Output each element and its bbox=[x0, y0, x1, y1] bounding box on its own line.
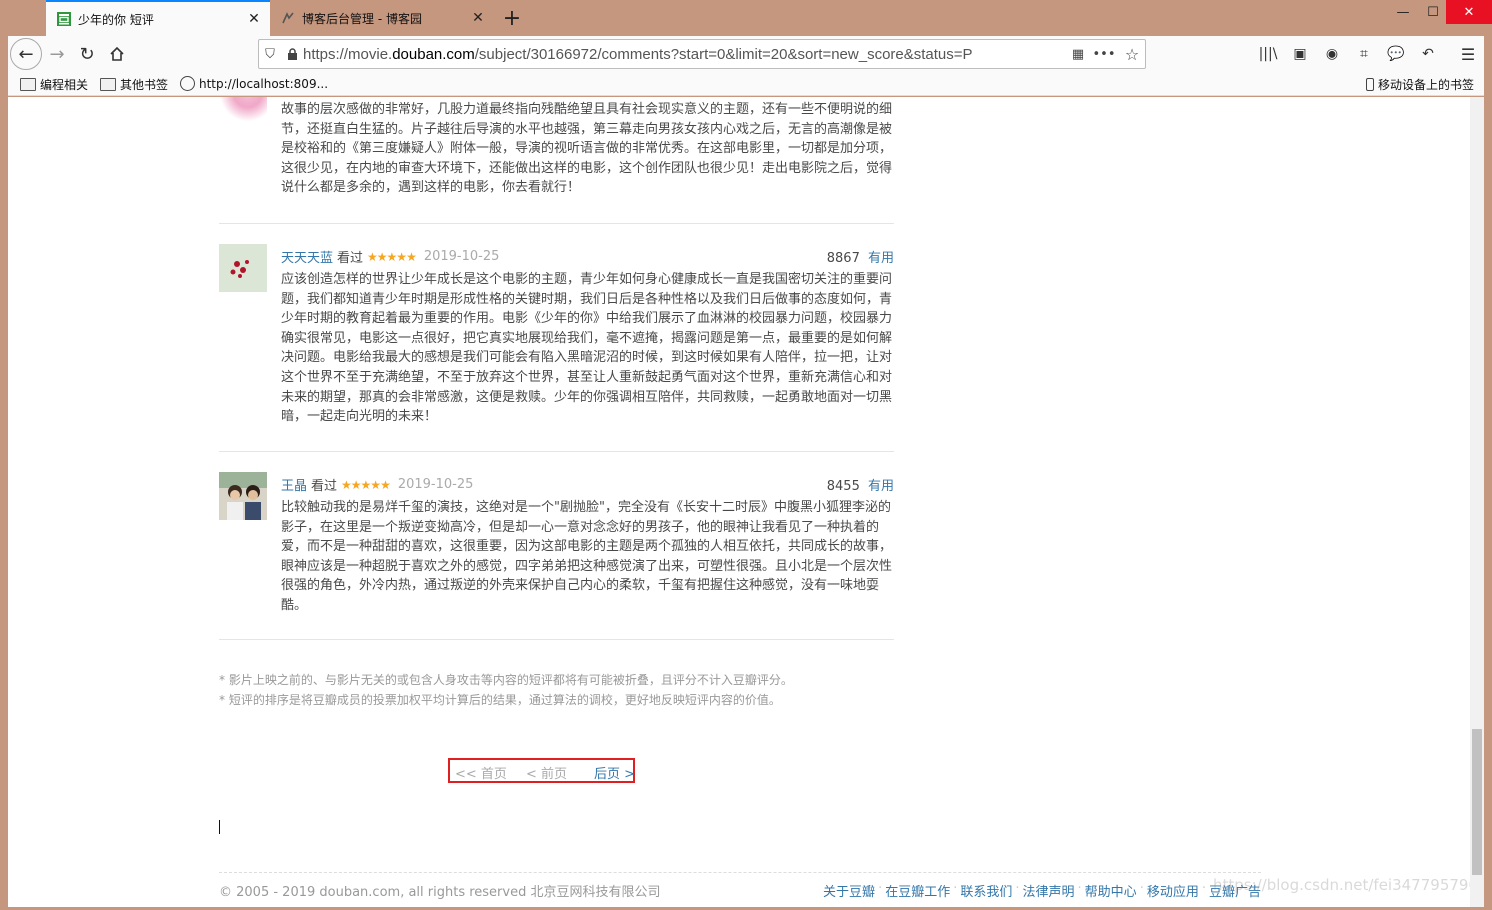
divider bbox=[219, 639, 894, 640]
url-text[interactable]: https://movie.douban.com/subject/3016697… bbox=[303, 46, 1067, 63]
bookmark-localhost[interactable]: http://localhost:809... bbox=[180, 76, 328, 91]
useful-button[interactable]: 有用 bbox=[868, 251, 894, 266]
divider bbox=[219, 223, 894, 224]
home-icon[interactable] bbox=[102, 39, 132, 69]
address-bar[interactable]: ⛉ https://movie.douban.com/subject/30166… bbox=[258, 39, 1146, 69]
useful-button[interactable]: 有用 bbox=[868, 479, 894, 494]
comment-policy-notes: * 影片上映之前的、与影片无关的或包含人身攻击等内容的短评都将有可能被折叠，且评… bbox=[219, 671, 793, 710]
sidebar-icon[interactable]: ▣ bbox=[1288, 42, 1312, 66]
bookmarks-toolbar: 编程相关 其他书签 http://localhost:809... 移动设备上的… bbox=[8, 72, 1484, 96]
comment-text: 比较触动我的是易烊千玺的演技，这绝对是一个"剧抛脸"，完全没有《长安十二时辰》中… bbox=[281, 500, 893, 613]
watermark: https://blog.csdn.net/fei347795790 bbox=[1212, 876, 1478, 894]
rating-stars: ★★★★★ bbox=[367, 249, 417, 264]
comment-date: 2019-10-25 bbox=[423, 249, 500, 264]
scrollbar-thumb[interactable] bbox=[1472, 729, 1482, 875]
cnblogs-icon bbox=[280, 10, 296, 26]
note-line: * 短评的排序是将豆瓣成员的投票加权平均计算后的结果，通过算法的调校，更好地反映… bbox=[219, 692, 781, 707]
maximize-icon[interactable]: ☐ bbox=[1418, 0, 1448, 24]
bookmark-label: 编程相关 bbox=[40, 78, 89, 92]
forward-icon[interactable]: → bbox=[42, 39, 72, 69]
page-content: 故事的层次感做的非常好，几股力道最终指向残酷绝望且具有社会现实意义的主题，还有一… bbox=[8, 97, 1484, 907]
comment-date: 2019-10-25 bbox=[397, 477, 474, 492]
footer-link-help[interactable]: 帮助中心 bbox=[1085, 881, 1137, 900]
tab-title: 博客后台管理 - 博客园 bbox=[302, 11, 422, 26]
bookmark-star-icon[interactable]: ☆ bbox=[1119, 45, 1145, 64]
menu-icon[interactable]: ☰ bbox=[1456, 42, 1480, 66]
folder-icon bbox=[100, 78, 116, 91]
globe-icon bbox=[180, 76, 195, 91]
rating-stars: ★★★★★ bbox=[341, 477, 391, 492]
vote-count: 8867 bbox=[826, 251, 860, 266]
comment-user-link[interactable]: 王晶 bbox=[281, 475, 307, 494]
bookmark-folder-programming[interactable]: 编程相关 bbox=[20, 76, 88, 93]
browser-window: 少年的你 短评 ✕ 博客后台管理 - 博客园 ✕ + — ☐ ✕ ← → ↻ ⛉… bbox=[0, 0, 1492, 910]
divider bbox=[219, 451, 894, 452]
back-icon[interactable]: ← bbox=[10, 38, 42, 70]
reload-icon[interactable]: ↻ bbox=[72, 39, 102, 69]
qr-code-icon[interactable]: ▦ bbox=[1067, 47, 1089, 62]
mobile-icon bbox=[1366, 78, 1374, 91]
comment-meta: 天天天蓝 看过 ★★★★★ 2019-10-25 bbox=[281, 247, 499, 266]
next-page-link[interactable]: 后页 > bbox=[594, 763, 635, 782]
screenshot-icon[interactable]: ⌗ bbox=[1352, 42, 1376, 66]
new-tab-button[interactable]: + bbox=[498, 4, 526, 32]
copyright: © 2005 - 2019 douban.com, all rights res… bbox=[219, 885, 661, 900]
bookmark-label: 移动设备上的书签 bbox=[1378, 78, 1475, 92]
vote-count: 8455 bbox=[826, 479, 860, 494]
bookmark-folder-other[interactable]: 其他书签 bbox=[100, 76, 168, 93]
note-line: * 影片上映之前的、与影片无关的或包含人身攻击等内容的短评都将有可能被折叠，且评… bbox=[219, 673, 793, 687]
douban-icon bbox=[56, 11, 72, 27]
vote-area: 8455 有用 bbox=[827, 475, 894, 494]
footer-link-about[interactable]: 关于豆瓣 bbox=[823, 881, 875, 900]
comment-text: 应该创造怎样的世界让少年成长是这个电影的主题，青少年如何身心健康成长一直是我国密… bbox=[281, 272, 893, 425]
tab-strip: 少年的你 短评 ✕ 博客后台管理 - 博客园 ✕ + — ☐ ✕ bbox=[0, 0, 1492, 36]
bookmark-mobile[interactable]: 移动设备上的书签 bbox=[1366, 76, 1474, 93]
footer: © 2005 - 2019 douban.com, all rights res… bbox=[219, 872, 1261, 900]
prev-page-link: < 前页 bbox=[526, 767, 568, 782]
tab-close-icon[interactable]: ✕ bbox=[468, 8, 488, 28]
avatar[interactable] bbox=[219, 97, 267, 121]
vertical-scrollbar[interactable] bbox=[1470, 97, 1484, 907]
lock-icon[interactable] bbox=[281, 47, 303, 61]
footer-links: 关于豆瓣 · 在豆瓣工作 · 联系我们 · 法律声明 · 帮助中心 · 移动应用 · 豆瓣广… bbox=[823, 881, 1261, 900]
bookmark-label: http://localhost:809... bbox=[199, 76, 329, 91]
comment-meta: 王晶 看过 ★★★★★ 2019-10-25 bbox=[281, 475, 473, 494]
shield-icon[interactable]: ⛉ bbox=[259, 47, 281, 62]
avatar[interactable] bbox=[219, 472, 267, 520]
more-actions-icon[interactable]: ••• bbox=[1089, 47, 1119, 62]
watch-status: 看过 bbox=[337, 251, 364, 266]
tab-cnblogs-admin[interactable]: 博客后台管理 - 博客园 ✕ bbox=[270, 2, 494, 34]
library-icon[interactable]: |||\ bbox=[1256, 42, 1280, 66]
first-page-link: << 首页 bbox=[455, 767, 507, 782]
close-window-icon[interactable]: ✕ bbox=[1446, 0, 1492, 24]
text-cursor bbox=[219, 820, 220, 834]
pagination: << 首页 < 前页 后页 > bbox=[448, 758, 635, 783]
chat-icon[interactable]: 💬 bbox=[1384, 42, 1408, 66]
comment-user-link[interactable]: 天天天蓝 bbox=[281, 247, 333, 266]
footer-link-jobs[interactable]: 在豆瓣工作 bbox=[885, 881, 950, 900]
footer-link-contact[interactable]: 联系我们 bbox=[960, 881, 1012, 900]
watch-status: 看过 bbox=[311, 479, 338, 494]
footer-link-mobile[interactable]: 移动应用 bbox=[1147, 881, 1199, 900]
bookmark-label: 其他书签 bbox=[120, 78, 169, 92]
tab-douban-comments[interactable]: 少年的你 短评 ✕ bbox=[46, 0, 270, 36]
account-icon[interactable]: ◉ bbox=[1320, 42, 1344, 66]
navigation-toolbar: ← → ↻ ⛉ https://movie.douban.com/subject… bbox=[8, 36, 1484, 72]
tab-close-icon[interactable]: ✕ bbox=[244, 9, 264, 29]
minimize-icon[interactable]: — bbox=[1388, 0, 1418, 24]
folder-icon bbox=[20, 78, 36, 91]
tab-title: 少年的你 短评 bbox=[78, 12, 154, 27]
avatar[interactable] bbox=[219, 244, 267, 292]
vote-area: 8867 有用 bbox=[827, 247, 894, 266]
comment-text: 故事的层次感做的非常好，几股力道最终指向残酷绝望且具有社会现实意义的主题，还有一… bbox=[281, 102, 893, 196]
undo-icon[interactable]: ↶ bbox=[1416, 42, 1440, 66]
footer-link-legal[interactable]: 法律声明 bbox=[1023, 881, 1075, 900]
